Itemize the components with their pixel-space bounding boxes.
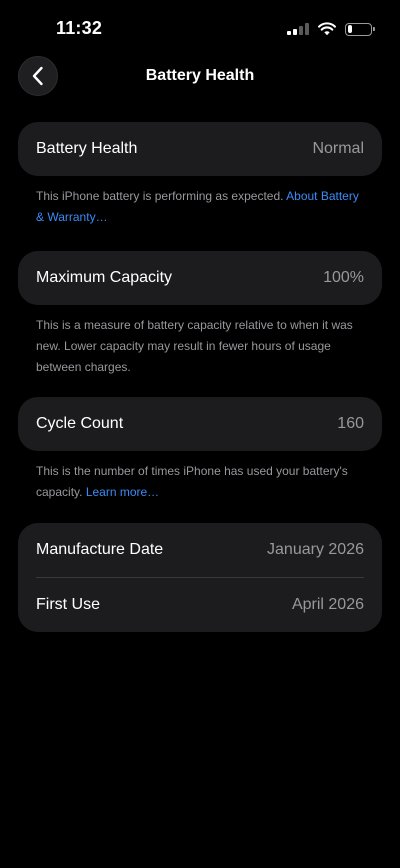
battery-health-value: Normal [312,140,364,157]
wifi-icon [318,22,336,36]
battery-health-label: Battery Health [36,140,138,157]
navigation-bar: Battery Health [0,56,400,98]
battery-health-note-text: This iPhone battery is performing as exp… [36,189,287,203]
battery-health-row: Battery Health Normal [36,122,364,176]
manufacture-date-label: Manufacture Date [36,541,164,558]
page-title: Battery Health [145,67,255,84]
maximum-capacity-note-text: This is a measure of battery capacity re… [36,318,353,374]
maximum-capacity-label: Maximum Capacity [36,269,173,286]
status-bar: 11:32 [0,0,400,58]
battery-health-card: Battery Health Normal [18,122,382,176]
cellular-signal-icon [287,23,309,35]
cycle-count-label: Cycle Count [36,415,124,432]
cycle-count-row: Cycle Count 160 [36,397,364,451]
cycle-count-note-text: This is the number of times iPhone has u… [36,464,348,499]
maximum-capacity-value: 100% [323,269,364,286]
first-use-label: First Use [36,596,100,613]
first-use-value: April 2026 [291,596,364,613]
battery-health-note: This iPhone battery is performing as exp… [18,176,382,228]
first-use-row: First Use April 2026 [36,578,364,632]
cycle-count-note: This is the number of times iPhone has u… [18,451,382,503]
maximum-capacity-card: Maximum Capacity 100% [18,251,382,305]
manufacture-date-value: January 2026 [267,541,364,558]
dates-card: Manufacture Date January 2026 First Use … [18,523,382,632]
manufacture-date-row: Manufacture Date January 2026 [36,523,364,577]
maximum-capacity-note: This is a measure of battery capacity re… [18,305,382,378]
cycle-count-card: Cycle Count 160 [18,397,382,451]
battery-health-content: Battery Health Normal This iPhone batter… [18,122,382,632]
battery-icon [345,22,375,36]
status-icons [287,20,375,38]
learn-more-link[interactable]: Learn more… [86,485,159,499]
cycle-count-value: 160 [337,415,364,432]
maximum-capacity-row: Maximum Capacity 100% [36,251,364,305]
status-time: 11:32 [56,18,103,38]
